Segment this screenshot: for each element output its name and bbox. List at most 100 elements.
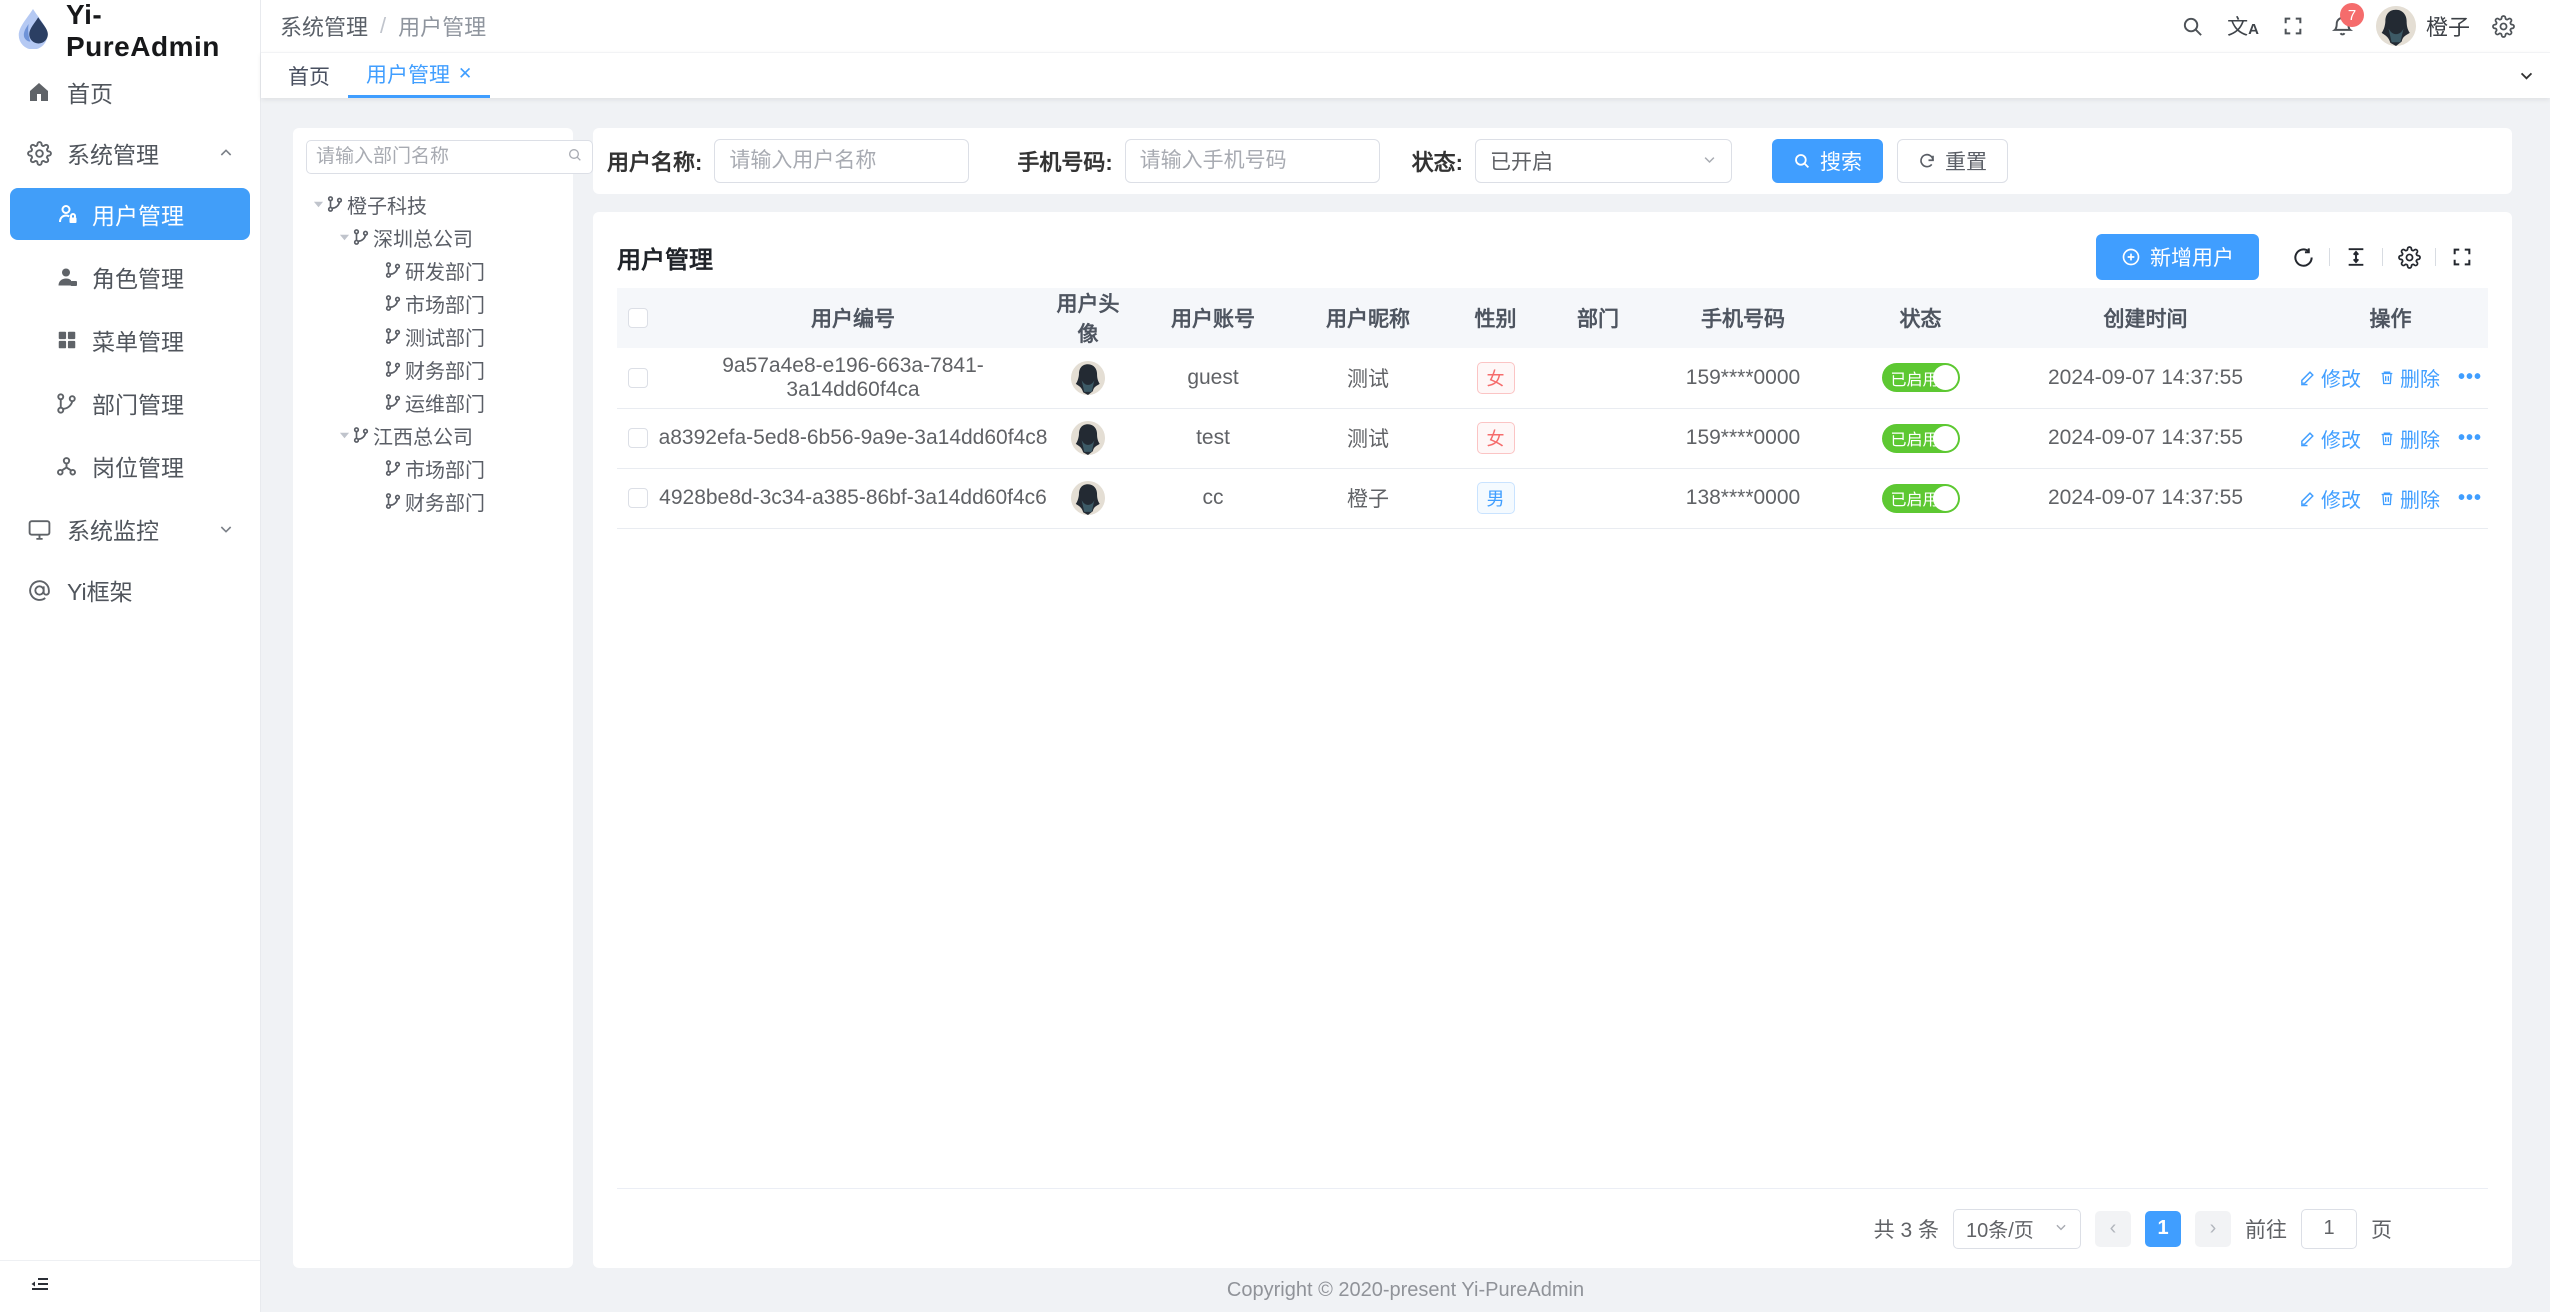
sidebar-item-menus[interactable]: 菜单管理: [10, 314, 250, 366]
row-checkbox[interactable]: [628, 488, 648, 508]
select-all-checkbox[interactable]: [628, 308, 648, 328]
more-actions-icon[interactable]: •••: [2458, 427, 2482, 450]
close-tab-icon[interactable]: ✕: [458, 64, 472, 84]
user-department: [1553, 348, 1643, 408]
next-page-button[interactable]: ›: [2195, 1211, 2231, 1247]
status-toggle[interactable]: 已启用: [1882, 484, 1960, 513]
translate-icon[interactable]: 文A: [2218, 0, 2268, 52]
table-fullscreen-icon[interactable]: [2450, 245, 2474, 269]
user-avatar: [2376, 6, 2416, 46]
column-header: 状态: [1843, 288, 1998, 348]
settings-gear-icon[interactable]: [2478, 0, 2528, 52]
department-icon: [352, 426, 371, 445]
tree-node[interactable]: 测试部门: [306, 320, 560, 353]
more-actions-icon[interactable]: •••: [2458, 366, 2482, 389]
department-search-input[interactable]: [316, 146, 561, 168]
user-avatar: [1071, 421, 1105, 455]
sidebar-item-users[interactable]: 用户管理: [10, 188, 250, 240]
page-size-select[interactable]: 10条/页: [1953, 1209, 2081, 1249]
delete-link[interactable]: 删除: [2379, 424, 2440, 453]
row-checkbox[interactable]: [628, 428, 648, 448]
page-number-button[interactable]: 1: [2145, 1211, 2181, 1247]
status-filter-select[interactable]: 已开启: [1475, 139, 1732, 183]
edit-label: 修改: [2321, 484, 2361, 513]
tree-node[interactable]: 市场部门: [306, 452, 560, 485]
edit-link[interactable]: 修改: [2299, 424, 2361, 453]
created-time: 2024-09-07 14:37:55: [1998, 348, 2293, 408]
refresh-icon[interactable]: [2291, 245, 2315, 269]
status-toggle[interactable]: 已启用: [1882, 363, 1960, 392]
main-area: 系统管理 / 用户管理 文A 7: [261, 0, 2550, 1312]
tree-node[interactable]: 财务部门: [306, 485, 560, 518]
status-filter-label: 状态:: [1412, 145, 1463, 177]
edit-link[interactable]: 修改: [2299, 363, 2361, 392]
phone-filter-input[interactable]: [1125, 139, 1380, 183]
tree-node-label: 财务部门: [405, 487, 485, 516]
row-checkbox[interactable]: [628, 368, 648, 388]
tree-node[interactable]: 橙子科技: [306, 188, 560, 221]
user-department: [1553, 408, 1643, 468]
sidebar-item-roles[interactable]: 角色管理: [10, 251, 250, 303]
status-label: 已启用: [1891, 366, 1939, 390]
username-filter-input[interactable]: [714, 139, 969, 183]
tree-node[interactable]: 运维部门: [306, 386, 560, 419]
user-phone: 138****0000: [1643, 468, 1843, 528]
column-header: 部门: [1553, 288, 1643, 348]
filter-card: 用户名称: 手机号码: 状态: 已开启: [593, 128, 2512, 194]
search-button[interactable]: 搜索: [1772, 139, 1883, 183]
reset-button[interactable]: 重置: [1897, 139, 2008, 183]
tab-home[interactable]: 首页: [270, 53, 348, 98]
sidebar-item-monitor[interactable]: 系统监控: [0, 503, 260, 555]
table-toolbar: 新增用户: [2096, 234, 2488, 280]
sidebar: Yi-PureAdmin 首页 系统管理: [0, 0, 261, 1312]
add-user-button[interactable]: 新增用户: [2096, 234, 2259, 280]
row-density-icon[interactable]: [2344, 245, 2368, 269]
user-profile[interactable]: 橙子: [2368, 6, 2478, 46]
pagination: 共 3 条 10条/页 ‹ 1 › 前往 页: [617, 1189, 2488, 1268]
sidebar-item-system[interactable]: 系统管理: [0, 127, 260, 179]
sidebar-item-yi-framework[interactable]: Yi框架: [0, 564, 260, 616]
department-tree: 橙子科技 深圳总公司 研发部门 市场部门: [306, 188, 560, 518]
tab-options-chevron-icon[interactable]: [2502, 53, 2550, 98]
breadcrumb-separator: /: [380, 13, 386, 39]
caret-down-icon[interactable]: [310, 197, 326, 213]
caret-down-icon[interactable]: [336, 230, 352, 246]
tree-node-label: 江西总公司: [373, 421, 473, 450]
delete-link[interactable]: 删除: [2379, 363, 2440, 392]
goto-page-input[interactable]: [2301, 1209, 2357, 1249]
column-settings-icon[interactable]: [2397, 245, 2421, 269]
bell-icon[interactable]: 7: [2318, 0, 2368, 52]
logo[interactable]: Yi-PureAdmin: [0, 0, 260, 62]
column-header: 性别: [1438, 288, 1553, 348]
caret-down-icon[interactable]: [336, 428, 352, 444]
sidebar-item-departments[interactable]: 部门管理: [10, 377, 250, 429]
tree-node[interactable]: 深圳总公司: [306, 221, 560, 254]
tree-node[interactable]: 财务部门: [306, 353, 560, 386]
column-header: 创建时间: [1998, 288, 2293, 348]
tree-node[interactable]: 市场部门: [306, 287, 560, 320]
more-actions-icon[interactable]: •••: [2458, 487, 2482, 510]
department-icon: [384, 261, 403, 280]
status-toggle[interactable]: 已启用: [1882, 424, 1960, 453]
prev-page-button[interactable]: ‹: [2095, 1211, 2131, 1247]
tab-user-management[interactable]: 用户管理 ✕: [348, 53, 490, 98]
tab-label: 首页: [288, 61, 330, 91]
tree-node[interactable]: 研发部门: [306, 254, 560, 287]
gear-icon: [26, 140, 52, 166]
fullscreen-icon[interactable]: [2268, 0, 2318, 52]
user-lock-icon: [54, 202, 79, 227]
status-label: 已启用: [1891, 426, 1939, 450]
tree-node[interactable]: 江西总公司: [306, 419, 560, 452]
sidebar-item-label: 菜单管理: [92, 323, 184, 357]
sidebar-item-positions[interactable]: 岗位管理: [10, 440, 250, 492]
tree-node-label: 研发部门: [405, 256, 485, 285]
collapse-sidebar-icon[interactable]: [28, 1272, 52, 1302]
edit-link[interactable]: 修改: [2299, 484, 2361, 513]
created-time: 2024-09-07 14:37:55: [1998, 408, 2293, 468]
sidebar-item-home[interactable]: 首页: [0, 66, 260, 118]
delete-link[interactable]: 删除: [2379, 484, 2440, 513]
breadcrumb-parent[interactable]: 系统管理: [280, 10, 368, 42]
search-icon[interactable]: [2168, 0, 2218, 52]
sidebar-item-label: Yi框架: [67, 573, 133, 607]
user-department: [1553, 468, 1643, 528]
